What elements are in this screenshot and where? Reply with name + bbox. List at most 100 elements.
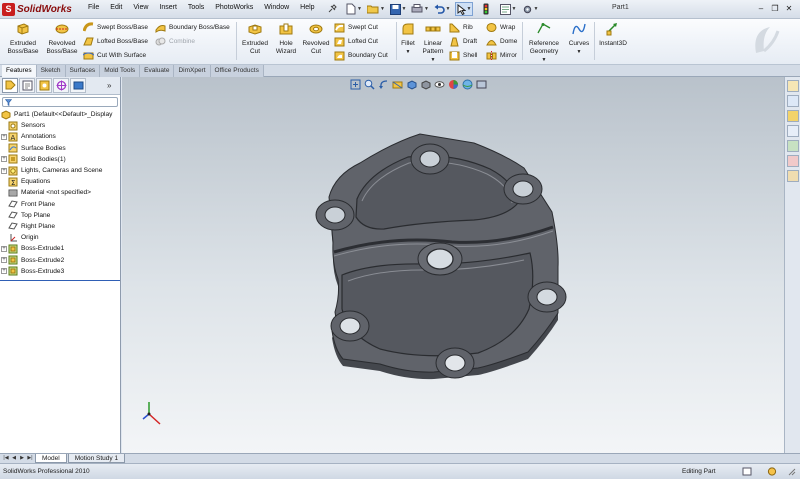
menu-file[interactable]: File bbox=[88, 4, 99, 11]
tree-item-material-not-specified[interactable]: Material <not specified> bbox=[0, 187, 120, 198]
next-tab-icon[interactable]: ▶ bbox=[18, 454, 26, 463]
chevron-down-icon[interactable]: ▼ bbox=[380, 6, 385, 12]
menu-tools[interactable]: Tools bbox=[188, 4, 204, 11]
tab-evaluate[interactable]: Evaluate bbox=[140, 65, 175, 77]
tree-root-part[interactable]: Part1 (Default<<Default>_Display bbox=[0, 109, 120, 120]
combine-button[interactable]: Combine bbox=[155, 35, 195, 48]
menu-photoworks[interactable]: PhotoWorks bbox=[215, 4, 253, 11]
chevron-down-icon[interactable]: ▼ bbox=[446, 6, 451, 12]
chevron-down-icon[interactable]: ▼ bbox=[512, 6, 517, 12]
rebuild-status-icon[interactable] bbox=[742, 467, 752, 476]
expand-icon[interactable]: + bbox=[1, 257, 7, 264]
tree-item-boss-extrude1[interactable]: + Boss-Extrude1 bbox=[0, 243, 120, 254]
tree-item-annotations[interactable]: + A Annotations bbox=[0, 131, 120, 142]
tree-item-front-plane[interactable]: Front Plane bbox=[0, 199, 120, 210]
boundary-boss-button[interactable]: Boundary Boss/Base bbox=[155, 21, 230, 34]
design-library-icon[interactable] bbox=[787, 95, 799, 107]
hole-wizard-button[interactable]: Hole Wizard bbox=[272, 22, 300, 56]
swept-boss-button[interactable]: Swept Boss/Base bbox=[83, 21, 148, 34]
options-button[interactable]: ▼ bbox=[521, 2, 539, 16]
expand-icon[interactable]: + bbox=[1, 167, 7, 174]
revolved-boss-button[interactable]: Revolved Boss/Base bbox=[44, 22, 80, 56]
pin-menu-button[interactable] bbox=[323, 2, 341, 16]
fillet-button[interactable]: Fillet ▼ bbox=[398, 22, 418, 56]
help-status-icon[interactable] bbox=[767, 467, 777, 476]
tab-office-products[interactable]: Office Products bbox=[210, 65, 264, 77]
solidworks-resources-icon[interactable] bbox=[787, 80, 799, 92]
reference-geometry-button[interactable]: Reference Geometry ▼ bbox=[524, 22, 564, 64]
tree-item-solid-bodies-1[interactable]: + Solid Bodies(1) bbox=[0, 154, 120, 165]
new-document-button[interactable]: ▼ bbox=[345, 2, 363, 16]
menu-window[interactable]: Window bbox=[264, 4, 289, 11]
tab-sketch[interactable]: Sketch bbox=[36, 65, 66, 77]
first-tab-icon[interactable]: |◀ bbox=[2, 454, 10, 463]
chevron-down-icon[interactable]: ▼ bbox=[357, 6, 362, 12]
tab-model[interactable]: Model bbox=[35, 454, 67, 463]
chevron-down-icon[interactable]: ▼ bbox=[398, 48, 418, 56]
chevron-down-icon[interactable]: ▼ bbox=[424, 6, 429, 12]
file-explorer-icon[interactable] bbox=[787, 110, 799, 122]
dome-button[interactable]: Dome bbox=[486, 35, 517, 48]
undo-button[interactable]: ▼ bbox=[433, 2, 451, 16]
prev-tab-icon[interactable]: ◀ bbox=[10, 454, 18, 463]
save-button[interactable]: ▼ bbox=[389, 2, 407, 16]
open-document-button[interactable]: ▼ bbox=[367, 2, 385, 16]
tree-item-right-plane[interactable]: Right Plane bbox=[0, 221, 120, 232]
extruded-boss-button[interactable]: Extruded Boss/Base bbox=[4, 22, 42, 56]
custom-properties-icon[interactable] bbox=[787, 170, 799, 182]
feature-tree-filter[interactable] bbox=[2, 97, 118, 107]
tab-property-manager[interactable] bbox=[19, 78, 35, 93]
tab-mold-tools[interactable]: Mold Tools bbox=[100, 65, 141, 77]
instant3d-button[interactable]: Instant3D bbox=[596, 22, 630, 48]
tree-item-equations[interactable]: Σ Equations bbox=[0, 176, 120, 187]
tree-item-top-plane[interactable]: Top Plane bbox=[0, 210, 120, 221]
swept-cut-button[interactable]: Swept Cut bbox=[334, 21, 378, 34]
app-logo[interactable]: S SolidWorks bbox=[2, 2, 84, 17]
menu-view[interactable]: View bbox=[133, 4, 148, 11]
draft-button[interactable]: Draft bbox=[449, 35, 477, 48]
tab-display-manager[interactable] bbox=[70, 78, 86, 93]
tab-configuration-manager[interactable] bbox=[36, 78, 52, 93]
expand-icon[interactable]: + bbox=[1, 156, 7, 163]
chevron-down-icon[interactable]: ▼ bbox=[534, 6, 539, 12]
resize-grip-icon[interactable] bbox=[786, 467, 796, 476]
graphics-area[interactable] bbox=[122, 77, 784, 453]
lofted-boss-button[interactable]: Lofted Boss/Base bbox=[83, 35, 148, 48]
tab-dimxpert-manager[interactable] bbox=[53, 78, 69, 93]
revolved-cut-button[interactable]: Revolved Cut bbox=[300, 22, 332, 56]
feature-tree-rollback-bar[interactable] bbox=[0, 280, 120, 281]
rebuild-button[interactable] bbox=[477, 2, 495, 16]
menu-edit[interactable]: Edit bbox=[110, 4, 122, 11]
mirror-button[interactable]: Mirror bbox=[486, 49, 517, 62]
tab-surfaces[interactable]: Surfaces bbox=[65, 65, 101, 77]
restore-icon[interactable]: ❐ bbox=[768, 2, 782, 15]
tab-motion-study-1[interactable]: Motion Study 1 bbox=[67, 454, 126, 463]
chevron-down-icon[interactable]: ▼ bbox=[402, 6, 407, 12]
chevron-down-icon[interactable]: ▼ bbox=[418, 56, 448, 64]
tree-item-boss-extrude3[interactable]: + Boss-Extrude3 bbox=[0, 266, 120, 277]
minimize-icon[interactable]: – bbox=[754, 2, 768, 15]
rib-button[interactable]: Rib bbox=[449, 21, 473, 34]
lofted-cut-button[interactable]: Lofted Cut bbox=[334, 35, 378, 48]
search-icon[interactable] bbox=[787, 125, 799, 137]
tree-item-surface-bodies[interactable]: Surface Bodies bbox=[0, 143, 120, 154]
chevron-down-icon[interactable]: ▼ bbox=[524, 56, 564, 64]
cut-with-surface-button[interactable]: Cut With Surface bbox=[83, 49, 146, 62]
tab-dimxpert[interactable]: DimXpert bbox=[174, 65, 211, 77]
menu-help[interactable]: Help bbox=[300, 4, 314, 11]
more-tabs-icon[interactable]: » bbox=[107, 81, 111, 90]
linear-pattern-button[interactable]: Linear Pattern ▼ bbox=[418, 22, 448, 64]
tree-item-sensors[interactable]: Sensors bbox=[0, 120, 120, 131]
tree-item-origin[interactable]: Origin bbox=[0, 232, 120, 243]
shell-button[interactable]: Shell bbox=[449, 49, 477, 62]
tab-features[interactable]: Features bbox=[2, 65, 37, 77]
appearances-icon[interactable] bbox=[787, 155, 799, 167]
view-palette-icon[interactable] bbox=[787, 140, 799, 152]
wrap-button[interactable]: Wrap bbox=[486, 21, 515, 34]
expand-icon[interactable]: + bbox=[1, 245, 7, 252]
file-properties-button[interactable]: ▼ bbox=[499, 2, 517, 16]
part-model-3d[interactable] bbox=[122, 77, 784, 453]
extruded-cut-button[interactable]: Extruded Cut bbox=[238, 22, 272, 56]
select-button[interactable]: ▼ bbox=[455, 2, 473, 16]
chevron-down-icon[interactable]: ▼ bbox=[467, 6, 472, 12]
